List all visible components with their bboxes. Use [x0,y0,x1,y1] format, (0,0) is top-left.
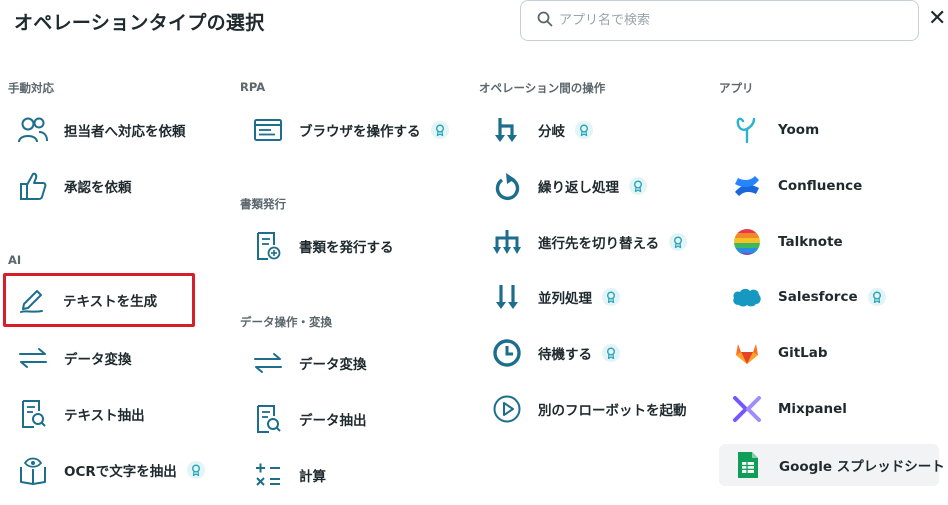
app-item-yoom[interactable]: Yoom [718,108,940,152]
premium-badge-icon [602,344,620,362]
book-eye-icon [16,453,50,487]
app-item-google-sheets[interactable]: Google スプレッドシート [719,444,945,486]
search-box[interactable] [520,0,919,41]
browser-window-icon [251,113,285,147]
premium-badge-icon [575,121,593,139]
op-item-label: 待機する [538,347,592,363]
premium-badge-icon [867,288,886,306]
op-item-label: Google スプレッドシート [779,459,945,475]
parallel-arrows-icon [490,280,524,314]
close-button[interactable]: ✕ [928,8,948,30]
op-item-label: Salesforce [778,289,858,305]
section-heading-data-ops: データ操作・変換 [240,315,332,329]
op-item-label: 別のフローボットを起動 [538,403,687,419]
section-heading-apps: アプリ [719,81,754,95]
op-item-issue-document[interactable]: 書類を発行する [239,224,461,268]
op-item-label: データ抽出 [299,413,367,429]
op-item-label: GitLab [778,345,828,361]
section-heading-flow-ops: オペレーション間の操作 [479,81,606,95]
premium-badge-icon [629,177,647,195]
op-item-request-approval[interactable]: 承認を依頼 [4,164,226,208]
op-item-wait[interactable]: 待機する [478,331,700,375]
op-item-label: OCRで文字を抽出 [64,464,177,480]
op-item-label: 繰り返し処理 [538,180,619,196]
convert-arrows-icon [16,341,50,375]
people-icon [16,113,50,147]
op-item-assign-task[interactable]: 担当者へ対応を依頼 [4,108,226,152]
op-item-label: テキスト抽出 [64,408,145,424]
yoom-logo-icon [730,113,764,147]
calculator-icon [251,458,285,492]
op-item-label: 分岐 [538,124,565,140]
premium-badge-icon [602,288,620,306]
page-title: オペレーションタイプの選択 [14,12,265,34]
op-item-label: データ変換 [64,352,132,368]
op-item-label: ブラウザを操作する [299,124,421,140]
play-circle-icon [490,392,524,426]
pen-icon [15,283,49,317]
search-icon [537,11,553,31]
section-heading-manual: 手動対応 [8,81,54,95]
op-item-browser[interactable]: ブラウザを操作する [239,108,461,152]
op-item-start-flowbot[interactable]: 別のフローボットを起動 [478,387,700,431]
multi-branch-icon [490,225,524,259]
op-item-label: 計算 [299,469,326,485]
op-item-label: Mixpanel [778,401,847,417]
confluence-logo-icon [730,169,764,203]
op-item-ocr[interactable]: OCRで文字を抽出 [4,448,226,492]
op-item-data-convert[interactable]: データ変換 [239,341,461,385]
talknote-logo-icon [730,225,764,259]
op-item-switch-route[interactable]: 進行先を切り替える [478,220,700,264]
section-heading-docs: 書類発行 [240,197,286,211]
premium-badge-icon [186,461,205,479]
mixpanel-logo-icon [730,392,764,426]
salesforce-logo-icon [730,280,764,314]
op-item-parallel[interactable]: 並列処理 [478,275,700,319]
branch-icon [490,113,524,147]
document-search-icon [251,402,285,436]
clock-icon [490,336,524,370]
premium-badge-icon [669,233,688,251]
app-item-mixpanel[interactable]: Mixpanel [718,387,940,431]
op-item-data-convert-ai[interactable]: データ変換 [4,336,226,380]
gitlab-logo-icon [730,336,764,370]
document-add-icon [251,229,285,263]
op-item-label: データ変換 [299,357,367,373]
op-item-data-extract[interactable]: データ抽出 [239,397,461,441]
thumbs-up-icon [16,169,50,203]
op-item-label: 承認を依頼 [64,180,132,196]
op-item-label: 担当者へ対応を依頼 [64,124,186,140]
op-item-text-extract[interactable]: テキスト抽出 [4,392,226,436]
op-item-label: 並列処理 [538,291,592,307]
convert-arrows-icon [251,346,285,380]
google-sheets-logo-icon [731,448,765,482]
loop-arrow-icon [490,169,524,203]
section-heading-ai: AI [8,253,22,267]
op-item-label: Confluence [778,178,863,194]
app-item-confluence[interactable]: Confluence [718,164,940,208]
op-item-loop[interactable]: 繰り返し処理 [478,164,700,208]
section-heading-rpa: RPA [240,80,266,94]
op-item-label: Yoom [778,122,820,138]
op-item-label: 書類を発行する [299,240,394,256]
op-item-calculate[interactable]: 計算 [239,453,461,497]
premium-badge-icon [430,121,449,139]
op-item-generate-text[interactable]: テキストを生成 [3,273,195,327]
op-item-label: 進行先を切り替える [538,236,660,252]
op-item-label: テキストを生成 [63,294,158,310]
app-item-talknote[interactable]: Talknote [718,220,940,264]
document-search-icon [16,397,50,431]
search-input[interactable] [559,13,899,28]
app-item-gitlab[interactable]: GitLab [718,331,940,375]
op-item-branch[interactable]: 分岐 [478,108,700,152]
op-item-label: Talknote [778,234,843,250]
app-item-salesforce[interactable]: Salesforce [718,275,940,319]
